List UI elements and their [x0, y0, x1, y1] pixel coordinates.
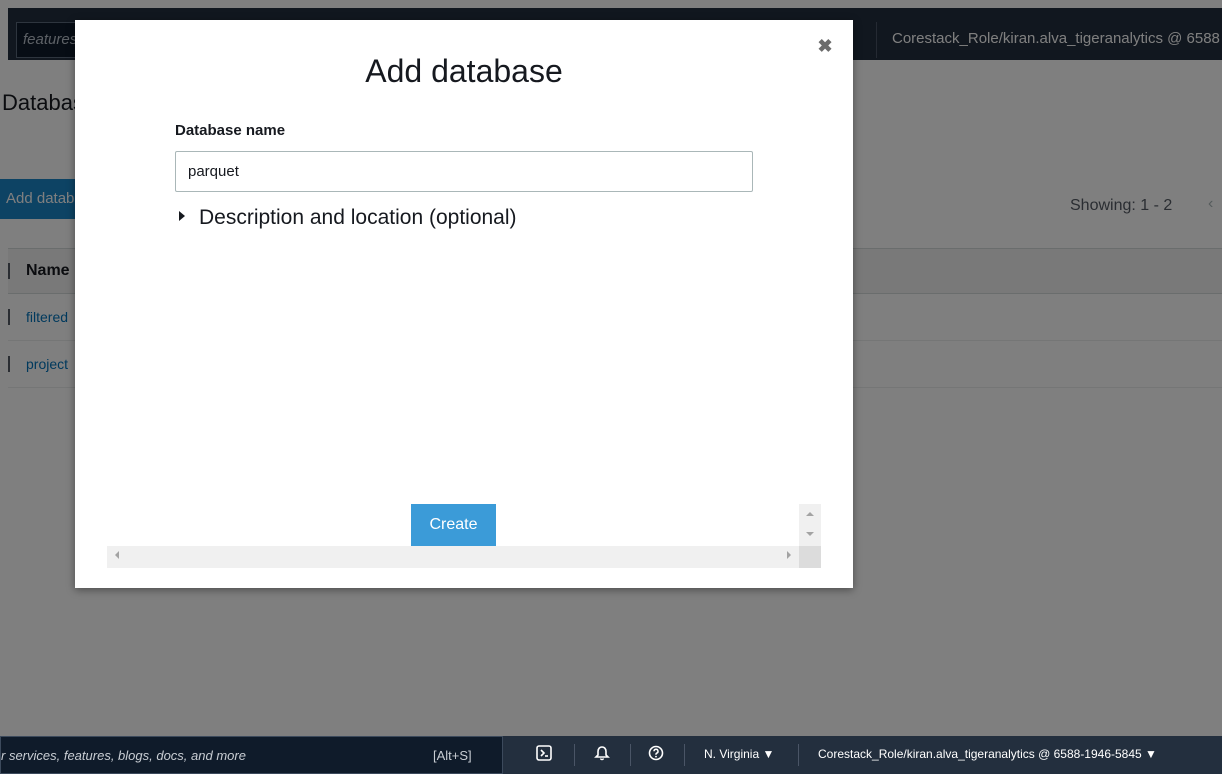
bottom-status-bar: r services, features, blogs, docs, and m…: [0, 736, 1222, 774]
cloudshell-icon[interactable]: [534, 745, 554, 765]
close-icon[interactable]: ✖: [817, 37, 833, 55]
bottom-search-input[interactable]: r services, features, blogs, docs, and m…: [0, 736, 503, 774]
scroll-left-icon[interactable]: [115, 551, 119, 559]
bottom-divider: [574, 744, 575, 766]
scrollbar-corner: [799, 546, 821, 568]
scroll-up-icon[interactable]: [806, 512, 814, 516]
database-name-input[interactable]: [175, 151, 753, 192]
scroll-down-icon[interactable]: [806, 532, 814, 536]
database-name-label: Database name: [175, 122, 286, 139]
scroll-right-icon[interactable]: [787, 551, 791, 559]
bottom-divider: [684, 744, 685, 766]
region-selector[interactable]: N. Virginia ▼: [704, 747, 774, 761]
vertical-scrollbar[interactable]: [799, 504, 821, 546]
search-shortcut-hint: [Alt+S]: [433, 748, 472, 763]
caret-right-icon: [179, 211, 185, 222]
bell-icon[interactable]: [592, 745, 612, 765]
add-database-dialog: Add database ✖ Database name Description…: [75, 20, 853, 588]
dialog-title: Add database: [365, 53, 563, 89]
expander-label: Description and location (optional): [199, 206, 517, 229]
description-location-expander[interactable]: Description and location (optional): [179, 206, 517, 230]
bottom-divider: [630, 744, 631, 766]
create-button[interactable]: Create: [411, 504, 496, 546]
horizontal-scrollbar[interactable]: [107, 546, 821, 568]
help-icon[interactable]: [646, 745, 666, 765]
bottom-divider: [798, 744, 799, 766]
account-menu[interactable]: Corestack_Role/kiran.alva_tigeranalytics…: [818, 747, 1157, 761]
bottom-search-placeholder: r services, features, blogs, docs, and m…: [1, 748, 246, 763]
